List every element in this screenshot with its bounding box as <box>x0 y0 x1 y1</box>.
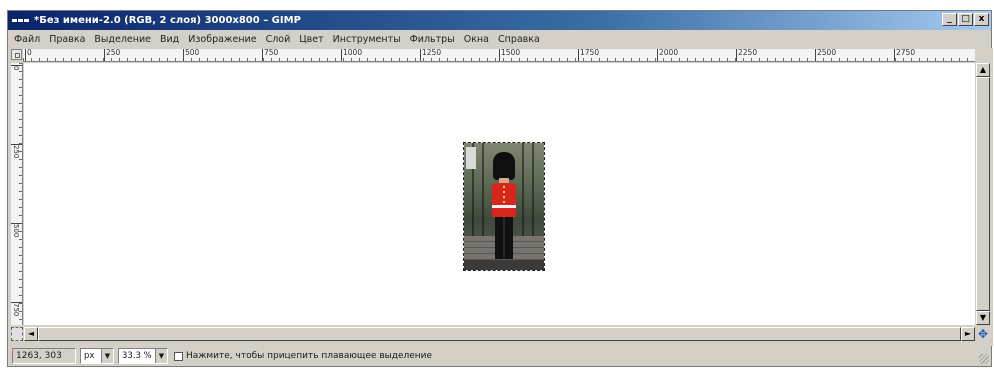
menu-edit[interactable]: Правка <box>49 34 85 45</box>
status-message-text: Нажмите, чтобы прицепить плавающее выдел… <box>186 351 433 361</box>
minimize-button[interactable]: _ <box>942 13 957 26</box>
horizontal-ruler[interactable]: 0 250 500 750 1000 1250 1500 1750 2000 2… <box>23 49 975 62</box>
ruler-label: 500 <box>12 224 20 238</box>
menu-layer[interactable]: Слой <box>266 34 291 45</box>
quick-menu-button[interactable] <box>11 49 22 60</box>
window-title: *Без имени-2.0 (RGB, 2 слоя) 3000x800 – … <box>34 15 301 26</box>
status-bar: 1263, 303 px ▼ 33.3 % ▼ Нажмите, чтобы п… <box>8 346 991 366</box>
ruler-label: 1250 <box>422 49 442 57</box>
status-checkbox-icon <box>174 351 183 361</box>
ruler-label: 750 <box>12 303 20 317</box>
title-bar[interactable]: *Без имени-2.0 (RGB, 2 слоя) 3000x800 – … <box>8 11 991 30</box>
navigate-icon[interactable]: ✥ <box>976 327 990 341</box>
menu-filters[interactable]: Фильтры <box>410 34 455 45</box>
resize-grip[interactable] <box>979 354 989 364</box>
tunic-buttons <box>503 186 505 204</box>
bearskin-hat <box>493 152 515 180</box>
zoom-select[interactable]: 33.3 % ▼ <box>118 348 168 364</box>
ruler-label: 1500 <box>501 49 521 57</box>
window-menu-icon[interactable] <box>12 17 30 25</box>
close-button[interactable]: x <box>974 13 989 26</box>
ruler-label: 750 <box>264 49 279 57</box>
image-canvas-area: 0 250 500 750 1000 1250 1500 1750 2000 2… <box>8 48 993 346</box>
menu-bar: Файл Правка Выделение Вид Изображение Сл… <box>8 31 991 47</box>
ruler-label: 1000 <box>343 49 363 57</box>
menu-image[interactable]: Изображение <box>188 34 256 45</box>
horizontal-scroll-thumb[interactable] <box>38 327 961 341</box>
ground <box>464 260 544 270</box>
ruler-label: 2500 <box>817 49 837 57</box>
scroll-down-button[interactable]: ▼ <box>976 311 990 325</box>
ruler-label: 2000 <box>659 49 679 57</box>
menu-colors[interactable]: Цвет <box>299 34 323 45</box>
horizontal-scrollbar[interactable]: ◄ ► <box>24 327 975 341</box>
status-message: Нажмите, чтобы прицепить плавающее выдел… <box>174 351 432 361</box>
chevron-down-icon[interactable]: ▼ <box>101 349 113 363</box>
menu-select[interactable]: Выделение <box>94 34 151 45</box>
scroll-right-button[interactable]: ► <box>961 327 975 341</box>
menu-file[interactable]: Файл <box>14 34 40 45</box>
ruler-label: 500 <box>185 49 200 57</box>
scroll-left-button[interactable]: ◄ <box>24 327 38 341</box>
ruler-label: 2750 <box>896 49 916 57</box>
maximize-button[interactable]: □ <box>958 13 973 26</box>
unit-select[interactable]: px ▼ <box>80 348 114 364</box>
menu-help[interactable]: Справка <box>498 34 540 45</box>
window-controls: _ □ x <box>942 13 989 26</box>
white-belt <box>492 205 516 208</box>
menu-view[interactable]: Вид <box>160 34 179 45</box>
ruler-label: 250 <box>106 49 121 57</box>
ruler-label: 0 <box>27 49 32 57</box>
ruler-label: 250 <box>12 145 20 159</box>
image-canvas[interactable] <box>24 63 975 325</box>
ruler-label: 0 <box>12 66 20 71</box>
ruler-label: 1750 <box>580 49 600 57</box>
quick-mask-toggle[interactable] <box>11 327 23 341</box>
scroll-up-button[interactable]: ▲ <box>976 63 990 77</box>
vertical-scroll-thumb[interactable] <box>976 77 990 311</box>
guard-legs <box>495 217 513 259</box>
gimp-window: *Без имени-2.0 (RGB, 2 слоя) 3000x800 – … <box>7 10 993 367</box>
menu-windows[interactable]: Окна <box>464 34 489 45</box>
vertical-scrollbar[interactable]: ▲ ▼ <box>976 63 990 325</box>
unit-value: px <box>84 351 95 361</box>
menu-tools[interactable]: Инструменты <box>333 34 401 45</box>
chevron-down-icon[interactable]: ▼ <box>155 349 167 363</box>
sign-box <box>466 147 476 169</box>
ruler-label: 2250 <box>738 49 758 57</box>
floating-selection-photo[interactable] <box>463 142 545 271</box>
vertical-ruler[interactable]: 0 250 500 750 <box>11 63 23 325</box>
zoom-value[interactable]: 33.3 % <box>119 351 155 361</box>
pointer-coordinates: 1263, 303 <box>12 348 76 364</box>
